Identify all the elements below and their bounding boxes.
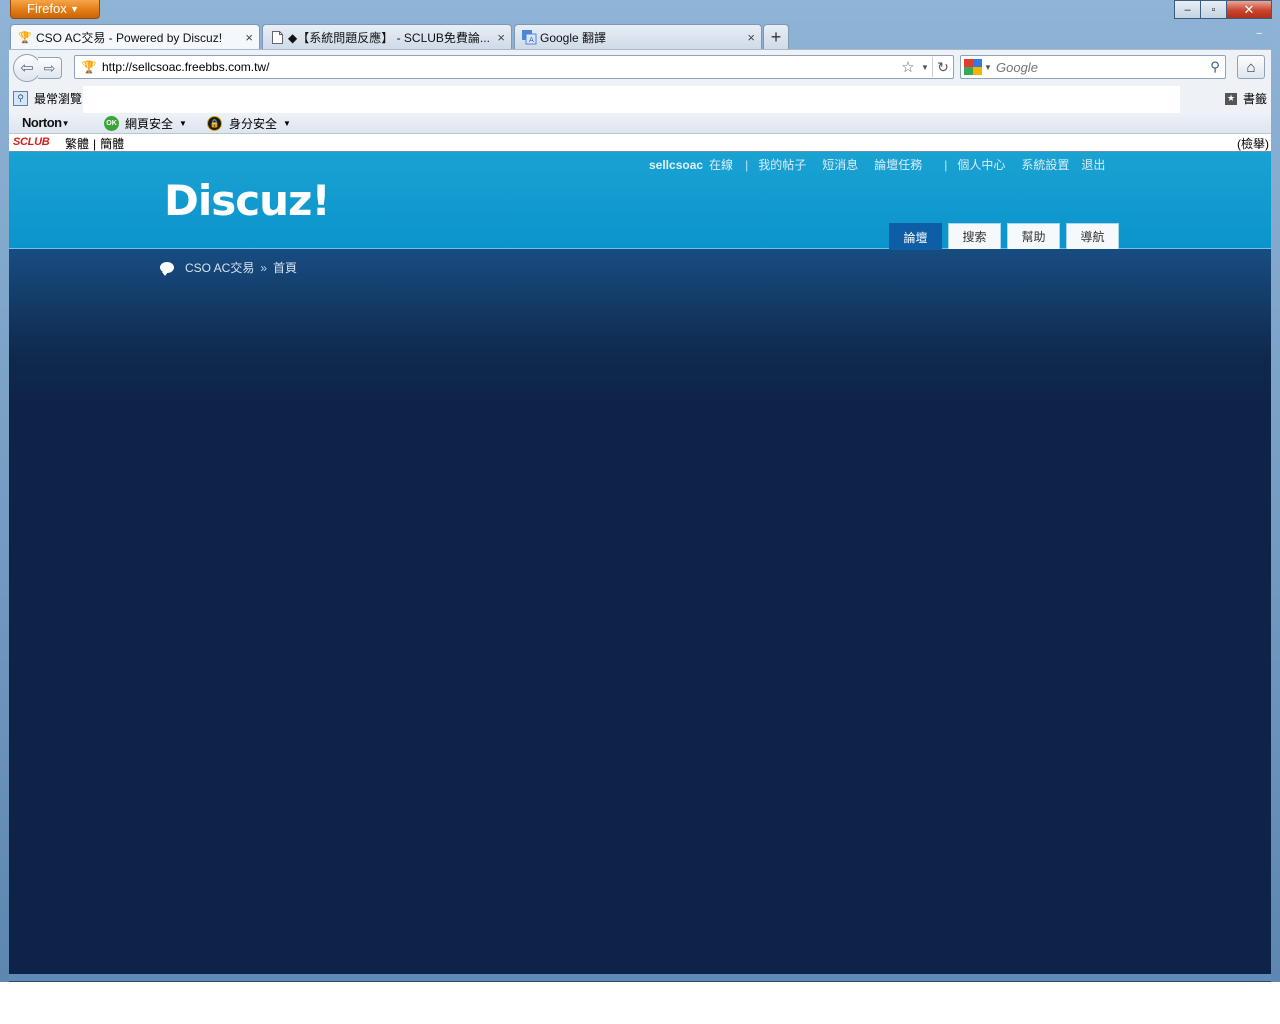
- minimize-icon: ‒: [1184, 3, 1191, 16]
- norton-toolbar: Norton▼ OK 網頁安全 ▼ 🔒 身分安全 ▼: [9, 113, 1271, 134]
- identity-safe-label: 身分安全: [229, 117, 278, 131]
- traditional-link[interactable]: 繁體: [65, 137, 89, 151]
- navigation-toolbar: ⇦ ⇨ 🏆 http://sellcsoac.freebbs.com.tw/ ☆…: [9, 49, 1271, 85]
- nav-tab-help[interactable]: 幫助: [1007, 223, 1060, 249]
- back-forward-group: ⇦ ⇨: [13, 54, 69, 82]
- maximize-button[interactable]: ▫: [1200, 0, 1227, 19]
- svg-text:A: A: [529, 36, 534, 44]
- home-button[interactable]: ⌂: [1237, 55, 1265, 79]
- lock-icon: 🔒: [207, 116, 222, 131]
- maximize-icon: ▫: [1211, 3, 1216, 16]
- bookmarks-menu-button[interactable]: ★ 書籤: [1224, 90, 1267, 107]
- logout-link[interactable]: 退出: [1081, 156, 1105, 173]
- magnifier-icon: ⚲: [13, 91, 28, 106]
- chevron-down-icon: ▼: [283, 119, 291, 128]
- chevron-down-icon: ▼: [61, 119, 70, 129]
- tab-label: CSO AC交易 - Powered by Discuz!: [36, 31, 223, 45]
- site-favicon-icon: 🏆: [81, 60, 97, 74]
- sclub-logo[interactable]: SCLUB: [13, 136, 50, 148]
- tasks-link[interactable]: 論壇任務: [874, 156, 922, 173]
- page-content: sellcsoac 在線 | 我的帖子 短消息 論壇任務 | 個人中心 系統設置…: [9, 152, 1271, 974]
- divider: |: [944, 157, 948, 172]
- settings-link[interactable]: 系統設置: [1021, 156, 1069, 173]
- discuz-logo[interactable]: Discuz!: [164, 176, 331, 225]
- messages-link[interactable]: 短消息: [822, 156, 858, 173]
- bookmarks-toolbar: ⚲ 最常瀏覽 ★ 書籤: [9, 85, 1271, 113]
- sclub-bar: SCLUB 繁體 | 簡體 (檢舉): [9, 134, 1271, 152]
- breadcrumb-separator: »: [260, 260, 268, 275]
- nav-tab-navigation[interactable]: 導航: [1066, 223, 1119, 249]
- my-posts-link[interactable]: 我的帖子: [758, 156, 806, 173]
- search-bar[interactable]: ▼ ⚲: [960, 55, 1226, 79]
- tab-strip: 🏆 CSO AC交易 - Powered by Discuz! × ◆【系統問題…: [10, 24, 1272, 50]
- norton-menu[interactable]: Norton▼: [22, 115, 70, 130]
- home-icon: ⌂: [1246, 58, 1256, 76]
- chevron-down-icon: ▼: [179, 119, 187, 128]
- new-tab-button[interactable]: +: [763, 24, 789, 49]
- back-button[interactable]: ⇦: [13, 54, 41, 82]
- tab-close-icon[interactable]: ×: [497, 30, 505, 45]
- tab-close-icon[interactable]: ×: [245, 30, 253, 45]
- bookmarks-menu-label: 書籤: [1242, 92, 1267, 106]
- history-dropdown-icon[interactable]: ▼: [918, 63, 932, 72]
- simplified-link[interactable]: 簡體: [100, 137, 124, 151]
- forward-button[interactable]: ⇨: [38, 57, 62, 79]
- trophy-icon: 🏆: [18, 32, 32, 44]
- chevron-down-icon[interactable]: ▼: [982, 63, 994, 72]
- arrow-right-icon: ⇨: [43, 59, 56, 76]
- tab-close-icon[interactable]: ×: [747, 30, 755, 45]
- window-frame-left: [0, 0, 9, 982]
- firefox-menu-button[interactable]: Firefox ▼: [10, 0, 100, 19]
- reload-icon[interactable]: ↻: [932, 57, 953, 77]
- tab-cso-ac[interactable]: 🏆 CSO AC交易 - Powered by Discuz! ×: [10, 24, 260, 50]
- translate-icon: A: [521, 29, 537, 45]
- norton-logo: Norton: [22, 115, 62, 130]
- web-safety-label: 網頁安全: [125, 117, 174, 131]
- minimize-button[interactable]: ‒: [1174, 0, 1201, 19]
- ok-badge-icon: OK: [104, 116, 119, 131]
- speech-bubble-icon: [160, 262, 174, 276]
- report-link[interactable]: (檢舉): [1237, 135, 1269, 152]
- norton-web-safety[interactable]: OK 網頁安全 ▼: [104, 115, 187, 132]
- divider: |: [745, 157, 749, 172]
- page-icon: [269, 29, 285, 45]
- nav-tab-forum[interactable]: 論壇: [889, 223, 942, 250]
- language-switch: 繁體 | 簡體: [65, 135, 124, 152]
- bookmarks-star-icon: ★: [1224, 92, 1237, 105]
- tab-google-translate[interactable]: A Google 翻譯 ×: [514, 24, 762, 49]
- bookmarks-empty-area: [83, 86, 1180, 113]
- firefox-menu-label: Firefox: [27, 1, 67, 16]
- breadcrumb: CSO AC交易 » 首頁: [160, 259, 297, 276]
- bookmark-star-icon[interactable]: ☆: [898, 58, 918, 76]
- chevron-down-icon: ▼: [70, 4, 79, 14]
- google-engine-icon[interactable]: [964, 59, 982, 75]
- breadcrumb-current: 首頁: [273, 261, 298, 275]
- url-bar[interactable]: 🏆 http://sellcsoac.freebbs.com.tw/ ☆ ▼ ↻: [74, 55, 954, 79]
- close-icon: ✕: [1243, 1, 1255, 17]
- forum-header: sellcsoac 在線 | 我的帖子 短消息 論壇任務 | 個人中心 系統設置…: [9, 152, 1271, 250]
- norton-identity-safe[interactable]: 🔒 身分安全 ▼: [207, 115, 291, 132]
- close-window-button[interactable]: ✕: [1226, 0, 1272, 19]
- search-icon[interactable]: ⚲: [1205, 59, 1225, 75]
- profile-link[interactable]: 個人中心: [957, 156, 1005, 173]
- window-frame-right: [1271, 0, 1280, 982]
- nav-tab-search[interactable]: 搜索: [948, 223, 1001, 249]
- tab-label: Google 翻譯: [540, 30, 607, 45]
- plus-icon: +: [770, 26, 782, 47]
- list-all-tabs-icon[interactable]: –: [1256, 28, 1262, 39]
- divider: |: [93, 137, 97, 151]
- url-input[interactable]: http://sellcsoac.freebbs.com.tw/: [102, 60, 898, 74]
- window-controls: ‒ ▫ ✕: [1174, 0, 1272, 19]
- breadcrumb-forum-link[interactable]: CSO AC交易: [185, 259, 254, 276]
- search-input[interactable]: [994, 59, 1205, 75]
- arrow-left-icon: ⇦: [20, 60, 34, 77]
- browser-window: Firefox ▼ ‒ ▫ ✕ 🏆 CSO AC交易 - Powered by …: [0, 0, 1280, 982]
- most-visited-bookmark[interactable]: ⚲ 最常瀏覽: [13, 90, 82, 107]
- username-link[interactable]: sellcsoac: [649, 158, 703, 172]
- tab-sclub-report[interactable]: ◆【系統問題反應】 - SCLUB免費論... ×: [262, 24, 512, 49]
- tab-label: ◆【系統問題反應】 - SCLUB免費論...: [288, 30, 490, 45]
- user-links: sellcsoac 在線 | 我的帖子 短消息 論壇任務 | 個人中心 系統設置…: [649, 156, 1121, 173]
- bookmark-label: 最常瀏覽: [34, 92, 83, 106]
- online-status[interactable]: 在線: [709, 156, 733, 173]
